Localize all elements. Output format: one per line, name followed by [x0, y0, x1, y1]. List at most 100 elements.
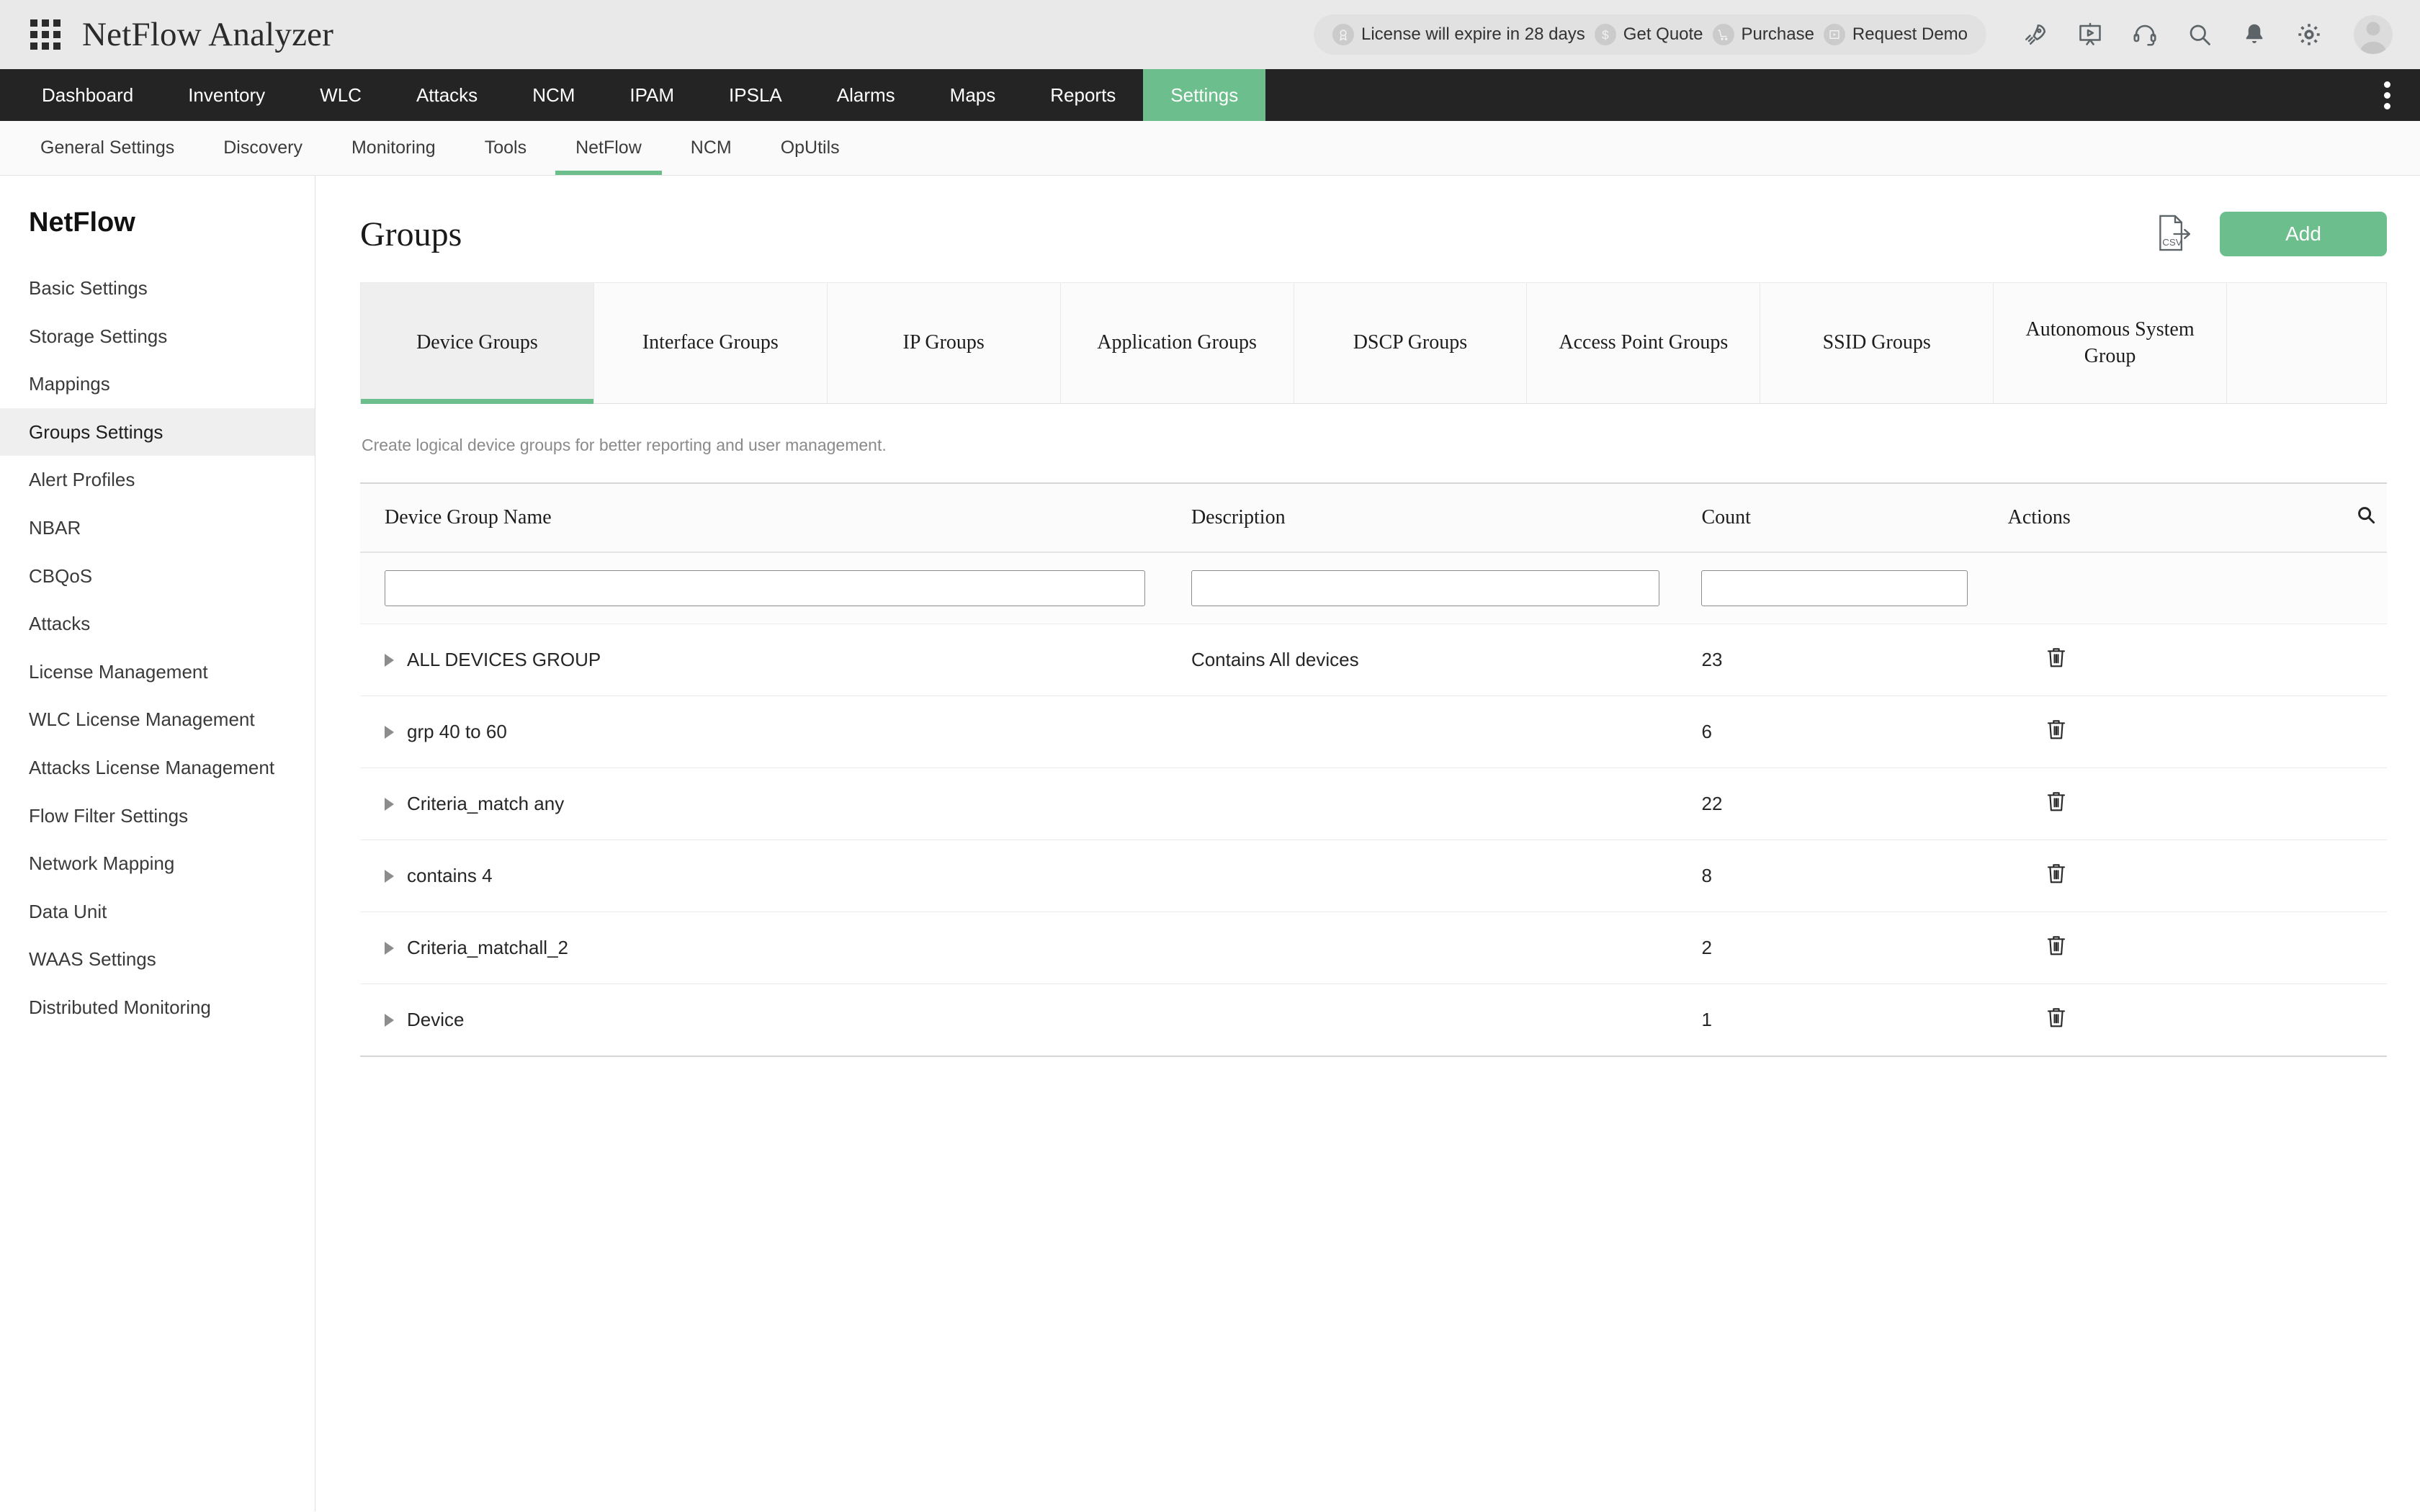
column-header-device-group-name[interactable]: Device Group Name: [360, 482, 1191, 553]
sidebar-item-waas-settings[interactable]: WAAS Settings: [0, 935, 315, 984]
sidebar-item-attacks-license-management[interactable]: Attacks License Management: [0, 744, 315, 792]
expand-caret-icon[interactable]: [385, 869, 394, 883]
nav-item-reports[interactable]: Reports: [1023, 69, 1143, 121]
search-icon[interactable]: [2185, 20, 2214, 49]
subnav-item-netflow[interactable]: NetFlow: [551, 121, 666, 175]
column-header-description[interactable]: Description: [1191, 482, 1702, 553]
nav-item-ipsla[interactable]: IPSLA: [702, 69, 810, 121]
sidebar-item-cbqos[interactable]: CBQoS: [0, 552, 315, 600]
tab-autonomous-system-group[interactable]: Autonomous System Group: [1994, 282, 2227, 403]
sidebar-item-groups-settings[interactable]: Groups Settings: [0, 408, 315, 456]
sidebar-item-basic-settings[interactable]: Basic Settings: [0, 264, 315, 312]
group-name-label: grp 40 to 60: [407, 721, 507, 742]
get-quote-item[interactable]: $ Get Quote: [1594, 24, 1703, 45]
expand-caret-icon[interactable]: [385, 797, 394, 811]
column-header-count[interactable]: Count: [1701, 482, 2008, 553]
trash-icon[interactable]: [2045, 934, 2067, 957]
trash-icon[interactable]: [2045, 790, 2067, 813]
sidebar-item-flow-filter-settings[interactable]: Flow Filter Settings: [0, 792, 315, 840]
cell-description: [1191, 696, 1702, 768]
page-header: Groups CSV Add: [360, 212, 2387, 256]
sidebar-item-storage-settings[interactable]: Storage Settings: [0, 312, 315, 361]
helper-text: Create logical device groups for better …: [362, 436, 887, 454]
sidebar-item-nbar[interactable]: NBAR: [0, 504, 315, 552]
count-filter[interactable]: [1701, 570, 1968, 606]
expand-caret-icon[interactable]: [385, 725, 394, 739]
tab-access-point-groups[interactable]: Access Point Groups: [1527, 282, 1761, 403]
nav-item-ipam[interactable]: IPAM: [602, 69, 702, 121]
sidebar-item-wlc-license-management[interactable]: WLC License Management: [0, 696, 315, 744]
table-row[interactable]: Device 1: [360, 984, 2387, 1057]
main-navigation: Dashboard Inventory WLC Attacks NCM IPAM…: [0, 69, 2420, 121]
nav-item-attacks[interactable]: Attacks: [389, 69, 505, 121]
description-filter[interactable]: [1191, 570, 1659, 606]
license-expiry-item[interactable]: License will expire in 28 days: [1332, 24, 1585, 45]
cell-description: [1191, 984, 1702, 1057]
headset-icon[interactable]: [2130, 20, 2159, 49]
sidebar-item-mappings[interactable]: Mappings: [0, 360, 315, 408]
avatar[interactable]: [2354, 15, 2393, 54]
table-row[interactable]: grp 40 to 60 6: [360, 696, 2387, 768]
presentation-icon[interactable]: [2076, 20, 2105, 49]
table-search-icon[interactable]: [2299, 482, 2387, 553]
sub-navigation: General Settings Discovery Monitoring To…: [0, 121, 2420, 176]
expand-caret-icon[interactable]: [385, 653, 394, 667]
request-demo-item[interactable]: Request Demo: [1823, 24, 1968, 45]
tab-device-groups[interactable]: Device Groups: [360, 282, 594, 404]
gear-icon[interactable]: [2295, 20, 2323, 49]
nav-item-dashboard[interactable]: Dashboard: [14, 69, 161, 121]
csv-export-icon[interactable]: CSV: [2156, 214, 2194, 254]
sidebar-item-alert-profiles[interactable]: Alert Profiles: [0, 456, 315, 504]
subnav-item-monitoring[interactable]: Monitoring: [327, 121, 460, 175]
device-group-name-filter[interactable]: [385, 570, 1145, 606]
table-row[interactable]: contains 4 8: [360, 840, 2387, 912]
nav-item-ncm[interactable]: NCM: [505, 69, 602, 121]
nav-item-maps[interactable]: Maps: [923, 69, 1023, 121]
cell-spacer: [2299, 768, 2387, 840]
tab-application-groups[interactable]: Application Groups: [1060, 282, 1294, 403]
trash-icon[interactable]: [2045, 718, 2067, 741]
table-row[interactable]: ALL DEVICES GROUP Contains All devices 2…: [360, 624, 2387, 696]
subnav-item-oputils[interactable]: OpUtils: [756, 121, 864, 175]
sidebar-item-distributed-monitoring[interactable]: Distributed Monitoring: [0, 984, 315, 1032]
app-grid-icon[interactable]: [30, 19, 60, 50]
tab-dscp-groups[interactable]: DSCP Groups: [1294, 282, 1528, 403]
subnav-item-ncm[interactable]: NCM: [666, 121, 756, 175]
subnav-item-discovery[interactable]: Discovery: [199, 121, 327, 175]
cell-spacer: [2299, 840, 2387, 912]
tab-strip-filler: [2227, 282, 2387, 403]
expand-caret-icon[interactable]: [385, 941, 394, 955]
sidebar-item-attacks[interactable]: Attacks: [0, 600, 315, 648]
sidebar-item-license-management[interactable]: License Management: [0, 648, 315, 696]
trash-icon[interactable]: [2045, 862, 2067, 885]
trash-icon[interactable]: [2045, 646, 2067, 669]
sidebar-item-network-mapping[interactable]: Network Mapping: [0, 840, 315, 888]
group-type-tabs: Device Groups Interface Groups IP Groups…: [360, 282, 2387, 404]
nav-item-settings[interactable]: Settings: [1143, 69, 1266, 121]
purchase-item[interactable]: Purchase: [1712, 24, 1814, 45]
cell-group-name: ALL DEVICES GROUP: [360, 624, 1191, 696]
tab-ssid-groups[interactable]: SSID Groups: [1760, 282, 1994, 403]
rocket-icon[interactable]: [2021, 20, 2050, 49]
tab-interface-groups[interactable]: Interface Groups: [593, 282, 828, 403]
request-demo-label: Request Demo: [1852, 24, 1968, 44]
add-button[interactable]: Add: [2220, 212, 2387, 256]
cell-count: 1: [1701, 984, 2008, 1057]
license-badge-icon: [1332, 24, 1354, 45]
cell-actions: [2007, 624, 2300, 696]
subnav-item-tools[interactable]: Tools: [460, 121, 551, 175]
kebab-menu-icon[interactable]: [2372, 69, 2401, 121]
nav-item-alarms[interactable]: Alarms: [810, 69, 923, 121]
nav-item-inventory[interactable]: Inventory: [161, 69, 292, 121]
subnav-item-general-settings[interactable]: General Settings: [16, 121, 199, 175]
sidebar-item-data-unit[interactable]: Data Unit: [0, 888, 315, 936]
header-icon-group: [2021, 15, 2393, 54]
table-row[interactable]: Criteria_matchall_2 2: [360, 912, 2387, 984]
demo-video-icon: [1823, 24, 1845, 45]
bell-icon[interactable]: [2240, 20, 2269, 49]
expand-caret-icon[interactable]: [385, 1013, 394, 1027]
tab-ip-groups[interactable]: IP Groups: [827, 282, 1061, 403]
table-row[interactable]: Criteria_match any 22: [360, 768, 2387, 840]
nav-item-wlc[interactable]: WLC: [292, 69, 389, 121]
trash-icon[interactable]: [2045, 1006, 2067, 1029]
